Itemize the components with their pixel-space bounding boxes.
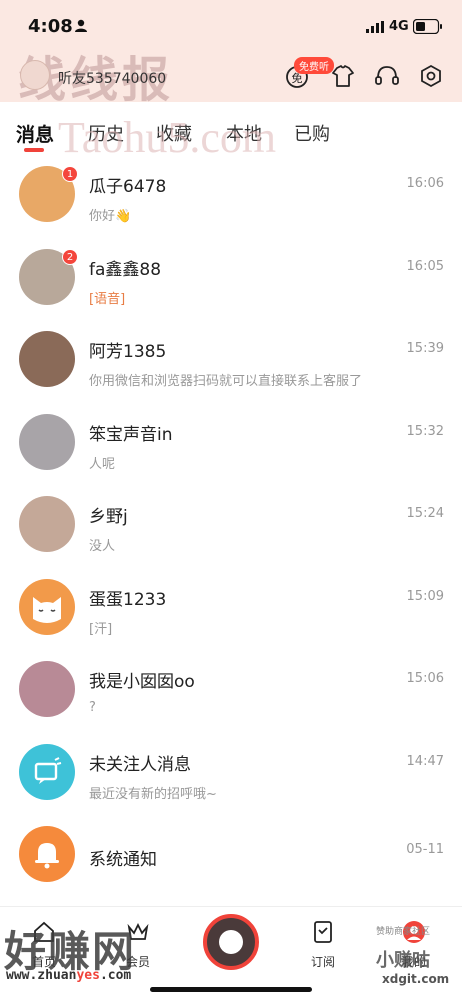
account-avatar[interactable] [20,60,50,90]
tab-purchased[interactable]: 已购 [294,120,330,146]
tab-bar: 消息 历史 收藏 本地 已购 [0,110,462,156]
message-time: 15:32 [406,423,444,439]
chat-bubble-icon [34,756,62,784]
avatar[interactable] [19,413,75,470]
nav-home[interactable]: 首页 [14,919,74,970]
play-icon [219,930,243,954]
headset-icon[interactable] [372,61,402,91]
message-list: 1 瓜子6478 你好👋 16:06 2 fa鑫鑫88 [语音] 16:05 阿… [0,152,462,895]
vip-icon [127,922,149,940]
message-row[interactable]: 1 瓜子6478 你好👋 16:06 [0,152,462,235]
status-time: 4:08 [28,16,73,37]
contact-name: 笨宝声音in [89,424,173,445]
message-preview: 你用微信和浏览器扫码就可以直接联系上客服了 [89,374,363,389]
tshirt-icon[interactable] [328,61,358,91]
network-type: 4G [389,19,409,34]
system-notice-avatar[interactable] [19,826,75,882]
message-row[interactable]: 我是小囡囡oo ? 15:06 [0,647,462,730]
nav-subscribe[interactable]: 订阅 [293,919,353,970]
message-row[interactable]: 蛋蛋1233 [汗] 15:09 [0,565,462,648]
message-time: 14:47 [406,753,444,769]
avatar[interactable] [19,496,75,552]
bell-icon [35,843,59,869]
status-bar: 4:08 4G [0,0,462,52]
contact-name: 蛋蛋1233 [89,589,167,610]
nav-subscribe-label: 订阅 [310,955,335,969]
cat-face-icon [33,596,61,623]
message-time: 15:09 [406,588,444,604]
watermark-url: www.zhuanyes.com [6,968,131,983]
contact-name: 未关注人消息 [89,754,191,775]
contact-name: 瓜子6478 [89,177,167,197]
unread-badge: 2 [62,248,78,265]
contact-name: 乡野j [89,507,128,527]
account-name[interactable]: 听友535740060 [58,68,166,88]
watermark-url-suffix: .com [99,968,132,983]
signal-icon [366,21,384,33]
settings-icon[interactable] [416,61,446,91]
message-row[interactable]: 阿芳1385 你用微信和浏览器扫码就可以直接联系上客服了 15:39 [0,317,462,400]
account-row: 听友535740060 免 免费听 [0,54,462,100]
cat-avatar[interactable] [19,578,75,635]
stranger-messages-avatar[interactable] [19,743,75,800]
battery-icon [413,19,442,34]
contact-name: fa鑫鑫88 [89,259,162,280]
message-preview: 人呢 [89,456,116,472]
message-preview: [汗] [89,621,113,637]
home-icon [34,921,54,942]
tab-messages[interactable]: 消息 [16,120,54,147]
message-row[interactable]: 乡野j 没人 15:24 [0,482,462,565]
nav-vip[interactable]: 会员 [108,919,168,970]
tab-history[interactable]: 历史 [88,120,124,146]
message-time: 16:06 [406,176,444,191]
tab-favorites[interactable]: 收藏 [156,120,192,146]
tab-local[interactable]: 本地 [226,120,262,146]
watermark-url-prefix: www.zhuan [6,968,77,983]
message-row[interactable]: 2 fa鑫鑫88 [语音] 16:05 [0,235,462,318]
avatar[interactable] [19,661,75,717]
message-preview: 你好👋 [89,209,132,224]
message-time: 15:24 [406,506,444,521]
message-preview: [语音] [89,291,126,307]
avatar[interactable] [19,331,75,387]
message-row[interactable]: 未关注人消息 最近没有新的招呼哦~ 14:47 [0,730,462,813]
watermark-url-accent: yes [76,968,100,983]
person-icon [75,19,87,32]
message-preview: ? [89,700,96,715]
message-row[interactable]: 系统通知 05-11 [0,812,462,895]
watermark-bottom-right-top: 赞助商家社区 [376,927,431,937]
contact-name: 阿芳1385 [89,342,167,362]
contact-name: 系统通知 [89,850,157,870]
unread-badge: 1 [62,166,78,182]
home-indicator[interactable] [150,987,312,992]
message-preview: 最近没有新的招呼哦~ [89,786,217,802]
watermark-bottom-right-url: xdgit.com [382,972,450,986]
watermark-bottom-right: 小赚咕 [376,950,430,971]
message-time: 16:05 [406,258,444,274]
contact-name: 我是小囡囡oo [89,672,195,692]
message-time: 05-11 [406,842,444,857]
message-time: 15:06 [406,671,444,686]
message-time: 15:39 [406,341,444,356]
subscribe-icon [314,921,332,943]
message-preview: 没人 [89,539,116,554]
message-row[interactable]: 笨宝声音in 人呢 15:32 [0,400,462,483]
player-button[interactable] [203,914,259,970]
